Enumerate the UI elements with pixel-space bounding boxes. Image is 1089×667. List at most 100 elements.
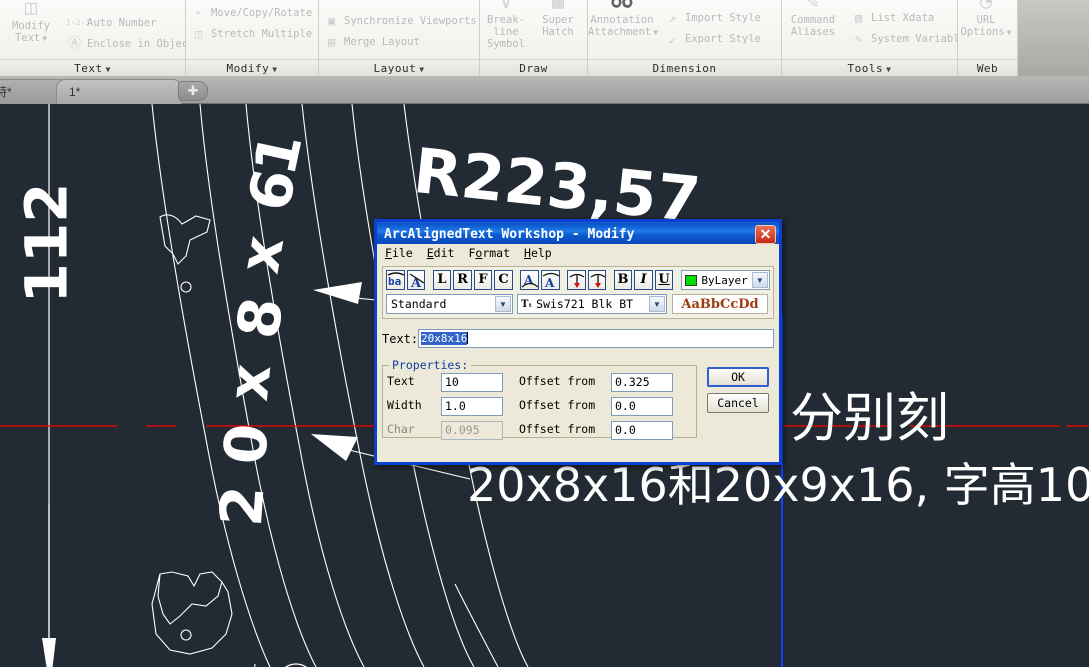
list-xdata-button[interactable]: ▧ List Xdata (850, 7, 953, 28)
text-convex-button[interactable]: A (520, 270, 539, 290)
offset-from-arc-label: Offset from (519, 374, 596, 388)
offset-from-right-label: Offset from (519, 422, 596, 436)
underline-button[interactable]: U (654, 270, 674, 290)
text-field-label: Text: (382, 331, 419, 346)
ribbon-panel-dimension-body: ➿ Annotation Attachment ▼ ↗ Import Style … (588, 0, 781, 59)
url-options-label-1: URL (976, 14, 996, 26)
property-row-char-spacing: Char 0.095 Offset from 0.0 (387, 420, 692, 440)
ok-button[interactable]: OK (707, 367, 769, 387)
italic-button[interactable]: I (634, 270, 653, 290)
close-icon[interactable]: ✕ (755, 225, 776, 244)
ribbon-panel-draw-body: ∨ Break-line Symbol ▦ Super Hatch (480, 0, 587, 59)
chevron-down-icon[interactable]: ▼ (1007, 28, 1012, 37)
offset-from-arc-input[interactable]: 0.325 (611, 372, 673, 392)
break-line-symbol-icon: ∨ (499, 0, 513, 13)
align-fit-button[interactable]: F (473, 270, 493, 290)
ribbon-panel-web-title-label: Web (976, 62, 999, 75)
merge-layout-button[interactable]: ▤ Merge Layout (323, 31, 475, 52)
ribbon-panel-layout: ▣ Synchronize Viewports ▤ Merge Layout L… (319, 0, 480, 76)
svg-text:A: A (544, 276, 555, 289)
arc-direction-inward-button[interactable]: A (406, 270, 426, 290)
text-height-input[interactable]: 10 (441, 372, 503, 392)
offset-from-right-input[interactable]: 0.0 (611, 420, 673, 440)
ribbon-panel-web-body: ◔ URL Options ▼ (958, 0, 1017, 59)
arc-direction-outward-button[interactable]: ba (386, 270, 405, 290)
break-line-symbol-label-2: Symbol (487, 38, 525, 50)
align-left-button[interactable]: L (432, 270, 452, 290)
stretch-multiple-button[interactable]: ◫ Stretch Multiple (190, 23, 314, 44)
command-aliases-button[interactable]: ✎ Command Aliases (782, 0, 844, 38)
text-concave-button[interactable]: A (540, 270, 560, 290)
menu-item-edit[interactable]: Edit (427, 246, 455, 262)
merge-layout-icon: ▤ (327, 34, 336, 49)
annotation-attachment-button[interactable]: ➿ Annotation Attachment ▼ (588, 0, 658, 39)
align-center-button[interactable]: C (494, 270, 513, 290)
text-inward-button[interactable] (587, 270, 607, 290)
arc-char-x2: x (226, 231, 298, 278)
ribbon-panel-draw: ∨ Break-line Symbol ▦ Super Hatch Draw (480, 0, 588, 76)
dialog-title-bar[interactable]: ArcAlignedText Workshop - Modify ✕ (374, 219, 782, 244)
menu-item-format[interactable]: Format (468, 246, 510, 262)
arc-aligned-text-dialog[interactable]: ArcAlignedText Workshop - Modify ✕ File … (374, 219, 782, 465)
super-hatch-label-2: Hatch (542, 26, 574, 38)
chevron-down-icon[interactable]: ▼ (272, 65, 277, 74)
font-preview: AaBbCcDd (672, 294, 768, 314)
modify-text-button[interactable]: ◫ Modify Text ▼ (2, 0, 60, 45)
offset-from-left-input[interactable]: 0.0 (611, 396, 673, 416)
ribbon-panel-web-title[interactable]: Web (958, 59, 1017, 76)
width-factor-input[interactable]: 1.0 (441, 396, 503, 416)
list-xdata-icon: ▧ (854, 10, 863, 25)
autocad-window: ◫ Modify Text ▼ 1›2›3 Auto Number Ⓐ Enclo… (0, 0, 1089, 667)
import-style-icon: ↗ (668, 10, 677, 25)
ribbon-panel-layout-title[interactable]: Layout ▼ (319, 59, 479, 76)
menu-item-help[interactable]: Help (524, 246, 552, 262)
chevron-down-icon[interactable]: ▼ (649, 296, 665, 312)
ribbon-panel-text-title[interactable]: Text ▼ (0, 59, 185, 76)
ribbon: ◫ Modify Text ▼ 1›2›3 Auto Number Ⓐ Enclo… (0, 0, 1089, 76)
bold-button[interactable]: B (613, 270, 633, 290)
document-tab-1[interactable]: 1* (56, 79, 182, 104)
text-outward-button[interactable] (567, 270, 586, 290)
super-hatch-button[interactable]: ▦ Super Hatch (532, 0, 584, 38)
chevron-down-icon[interactable]: ▼ (886, 65, 891, 74)
menu-item-file[interactable]: File (385, 246, 413, 262)
cancel-button[interactable]: Cancel (707, 393, 769, 413)
arc-char-x1: x (215, 361, 285, 404)
move-copy-rotate-button[interactable]: ➣ Move/Copy/Rotate (190, 2, 314, 23)
new-tab-button[interactable]: ✚ (178, 81, 208, 101)
url-options-button[interactable]: ◔ URL Options ▼ (958, 0, 1014, 39)
modify-text-label-2: Text (14, 32, 41, 44)
ribbon-panel-text-body: ◫ Modify Text ▼ 1›2›3 Auto Number Ⓐ Enclo… (0, 0, 194, 59)
ribbon-panel-draw-title[interactable]: Draw (480, 59, 587, 76)
chevron-down-icon[interactable]: ▼ (495, 296, 511, 312)
auto-number-button[interactable]: 1›2›3 Auto Number (66, 12, 181, 33)
dialog-toolbar-box: ba A L R F C A A B I U ByLayer ▼ Standar… (382, 266, 774, 319)
stretch-multiple-icon: ◫ (194, 26, 203, 41)
chevron-down-icon[interactable]: ▼ (653, 28, 658, 37)
font-select[interactable]: Tₜ Swis721 Blk BT ▼ (517, 294, 667, 314)
ribbon-panel-dimension-title[interactable]: Dimension (588, 59, 781, 76)
truetype-icon: Tₜ (521, 298, 533, 310)
break-line-symbol-button[interactable]: ∨ Break-line Symbol (478, 0, 534, 50)
text-style-select[interactable]: Standard ▼ (386, 294, 513, 314)
import-style-button[interactable]: ↗ Import Style (664, 7, 777, 28)
system-variables-button[interactable]: ✎ System Variables (850, 28, 972, 49)
ribbon-panel-tools-title[interactable]: Tools ▼ (782, 59, 957, 76)
chevron-down-icon[interactable]: ▼ (42, 34, 47, 43)
ribbon-panel-text: ◫ Modify Text ▼ 1›2›3 Auto Number Ⓐ Enclo… (0, 0, 194, 76)
char-spacing-input[interactable]: 0.095 (441, 420, 503, 440)
chevron-down-icon[interactable]: ▼ (751, 272, 768, 288)
synchronize-viewports-button[interactable]: ▣ Synchronize Viewports (323, 10, 477, 31)
chevron-down-icon[interactable]: ▼ (419, 65, 424, 74)
align-right-button[interactable]: R (453, 270, 472, 290)
ribbon-panel-modify-title[interactable]: Modify ▼ (186, 59, 318, 76)
enclose-in-object-button[interactable]: Ⓐ Enclose in Object (66, 33, 194, 54)
auto-number-icon: 1›2›3 (66, 17, 91, 27)
text-input[interactable]: 20x8x16 (418, 329, 774, 348)
color-select[interactable]: ByLayer ▼ (681, 270, 770, 290)
chevron-down-icon[interactable]: ▼ (106, 65, 111, 74)
ribbon-panel-web: ◔ URL Options ▼ Web (958, 0, 1018, 76)
export-style-button[interactable]: ↙ Export Style (664, 28, 777, 49)
export-style-label: Export Style (685, 32, 761, 45)
synchronize-viewports-label: Synchronize Viewports (344, 14, 477, 27)
